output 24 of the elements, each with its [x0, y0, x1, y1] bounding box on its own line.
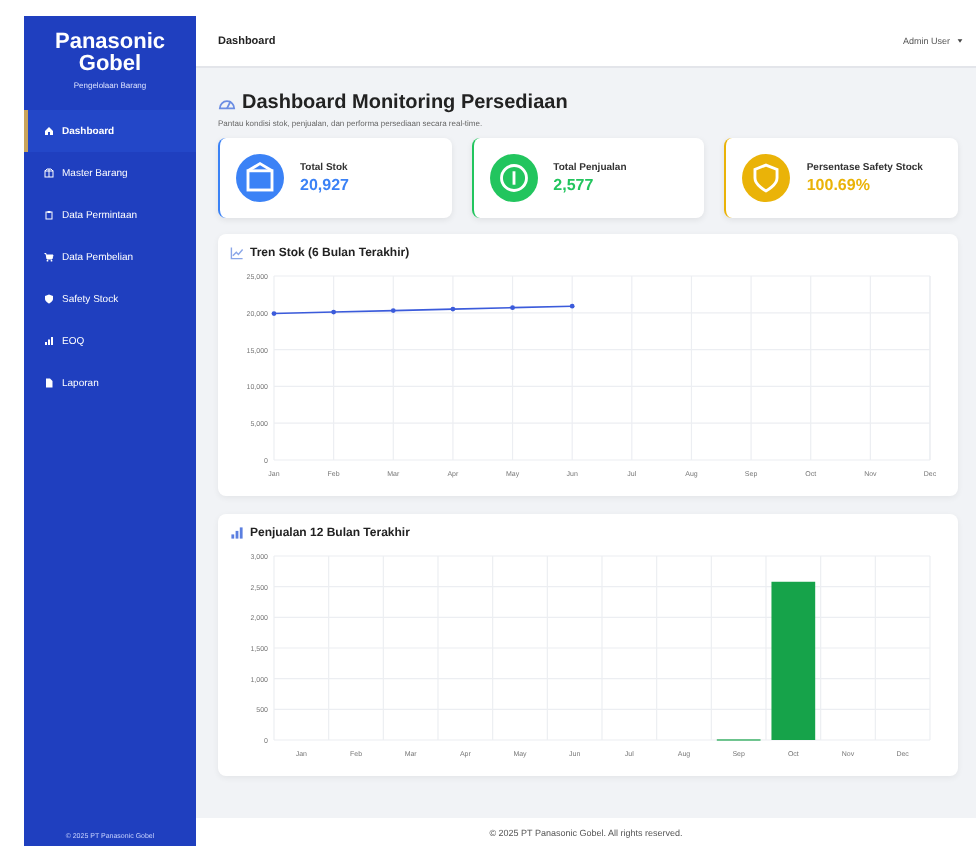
bar-chart-icon [44, 336, 54, 346]
caret-icon [956, 38, 964, 44]
data-point [271, 311, 277, 316]
data-point [450, 306, 456, 312]
stat-value: 20,927 [300, 176, 349, 194]
bar-chart-icon [230, 526, 244, 540]
cart-icon [44, 252, 54, 262]
data-point [569, 303, 575, 309]
clipboard-icon [44, 210, 54, 220]
dashboard-heading: Dashboard Monitoring Persediaan [242, 92, 568, 114]
home-icon [44, 126, 54, 136]
box-icon [44, 168, 54, 178]
document-icon [44, 378, 54, 388]
data-point [510, 305, 515, 311]
data-point [331, 309, 337, 315]
data-point [390, 308, 396, 313]
box-icon [236, 154, 284, 202]
shield-icon [742, 154, 791, 202]
shield-icon [44, 294, 54, 304]
line-chart-icon [230, 246, 244, 260]
stat-value: 2,577 [553, 176, 596, 194]
stat-value: 100.69% [806, 176, 872, 194]
brand-title: Panasonic Gobel [52, 28, 168, 76]
gauge-icon [218, 94, 236, 112]
